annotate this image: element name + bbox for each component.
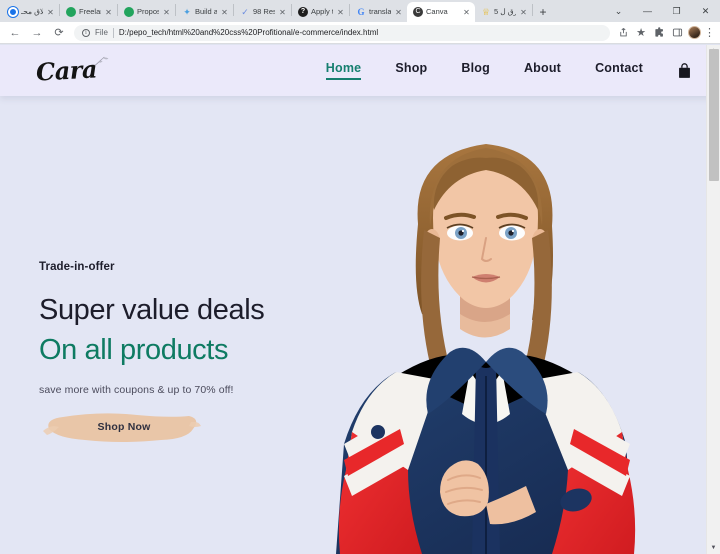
site-header: Cara Home Shop Blog About Contact (0, 45, 720, 96)
browser-toolbar: ← → ⟳ i File D:/pepo_tech/html%20and%20c… (0, 22, 720, 44)
browser-tab[interactable]: G translate ✕ (350, 2, 407, 22)
minimize-button[interactable]: — (633, 0, 662, 22)
site-logo[interactable]: Cara (35, 54, 109, 87)
tab-close-icon[interactable]: ✕ (462, 8, 471, 17)
browser-tab[interactable]: أخلاق محـ ✕ (2, 2, 59, 22)
page-info-icon[interactable]: i (82, 28, 90, 37)
tab-close-icon[interactable]: ✕ (162, 8, 171, 17)
circle-icon (124, 7, 134, 17)
scrollbar-thumb[interactable] (709, 49, 719, 181)
browser-tab-active[interactable]: C Canva ✕ (407, 2, 475, 22)
tab-title: أخلاق محـ (21, 7, 43, 16)
hero-heading: Super value deals (39, 294, 265, 326)
tab-title: Freelance (79, 7, 101, 16)
browser-tab[interactable]: Proposal ✕ (118, 2, 175, 22)
browser-tab[interactable]: Freelance ✕ (60, 2, 117, 22)
site-logo-text: Cara (35, 54, 98, 87)
nav-item-blog[interactable]: Blog (461, 61, 490, 80)
bookmark-star-icon[interactable]: ★ (632, 22, 650, 44)
browser-window: أخلاق محـ ✕ Freelance ✕ Proposal ✕ ✦ Bui… (0, 0, 720, 554)
hero-section: Trade-in-offer Super value deals On all … (0, 96, 720, 554)
shop-now-label: Shop Now (97, 420, 151, 433)
bird-icon: ✦ (183, 7, 191, 17)
crown-icon: ♕ (481, 7, 491, 17)
share-icon[interactable] (614, 22, 632, 44)
back-button[interactable]: ← (4, 22, 26, 44)
nav-item-shop[interactable]: Shop (395, 61, 427, 80)
address-bar[interactable]: i File D:/pepo_tech/html%20and%20css%20P… (74, 24, 610, 41)
hero-subheading: On all products (39, 334, 229, 367)
site-navigation: Home Shop Blog About Contact (325, 61, 692, 80)
circle-icon (8, 7, 18, 17)
nav-item-home[interactable]: Home (325, 61, 362, 80)
tab-title: translate (369, 7, 391, 16)
tab-title: 5 طرق ل (494, 7, 516, 16)
hero-description: save more with coupons & up to 70% off! (39, 383, 234, 396)
tab-close-icon[interactable]: ✕ (336, 8, 345, 17)
url-scheme-label: File (95, 28, 108, 37)
url-text: D:/pepo_tech/html%20and%20css%20Profitio… (118, 28, 379, 37)
profile-avatar[interactable] (688, 26, 701, 39)
canva-icon: C (413, 7, 423, 17)
extensions-puzzle-icon[interactable] (650, 22, 668, 44)
browser-tab[interactable]: ✓ 98 Result ✕ (234, 2, 291, 22)
tab-title: Apply to (311, 7, 333, 16)
tab-title: Build a n (195, 7, 217, 16)
tab-close-icon[interactable]: ✕ (519, 8, 528, 17)
tab-close-icon[interactable]: ✕ (104, 8, 113, 17)
hero-model-image (336, 144, 636, 554)
page-scrollbar[interactable]: ▲ ▼ (706, 45, 720, 554)
window-controls: ⌄ — ❐ ✕ (604, 0, 720, 22)
check-icon: ✓ (241, 7, 249, 17)
close-window-button[interactable]: ✕ (691, 0, 720, 22)
side-panel-icon[interactable] (668, 22, 686, 44)
tab-close-icon[interactable]: ✕ (394, 8, 403, 17)
tab-close-icon[interactable]: ✕ (220, 8, 229, 17)
new-tab-button[interactable]: + (533, 2, 553, 22)
scroll-down-arrow[interactable]: ▼ (707, 542, 720, 554)
tab-title: Canva (426, 7, 448, 16)
shopping-bag-icon[interactable] (677, 62, 692, 79)
google-icon: G (357, 7, 365, 17)
tab-title: Proposal (137, 7, 159, 16)
forward-button[interactable]: → (26, 22, 48, 44)
tab-title: 98 Result (253, 7, 275, 16)
tab-list-icon[interactable]: ⌄ (604, 0, 633, 22)
circle-icon (66, 7, 76, 17)
page-viewport: Cara Home Shop Blog About Contact Trade-… (0, 45, 720, 554)
hero-copy: Trade-in-offer Super value deals On all … (39, 261, 339, 442)
hero-eyebrow: Trade-in-offer (39, 261, 115, 273)
maximize-button[interactable]: ❐ (662, 0, 691, 22)
nav-item-about[interactable]: About (524, 61, 561, 80)
browser-tab[interactable]: ? Apply to ✕ (292, 2, 349, 22)
browser-tab[interactable]: ✦ Build a n ✕ (176, 2, 233, 22)
shop-now-button[interactable]: Shop Now (43, 412, 201, 442)
nav-item-contact[interactable]: Contact (595, 61, 643, 80)
browser-tab[interactable]: ♕ 5 طرق ل ✕ (475, 2, 532, 22)
question-icon: ? (298, 7, 308, 17)
tab-close-icon[interactable]: ✕ (46, 8, 55, 17)
leaf-flourish-icon (94, 56, 109, 66)
tab-close-icon[interactable]: ✕ (278, 8, 287, 17)
reload-button[interactable]: ⟳ (48, 22, 70, 44)
browser-menu-icon[interactable]: ⋮ (703, 22, 716, 44)
tab-strip: أخلاق محـ ✕ Freelance ✕ Proposal ✕ ✦ Bui… (0, 0, 720, 22)
omnibox-divider (112, 27, 114, 38)
